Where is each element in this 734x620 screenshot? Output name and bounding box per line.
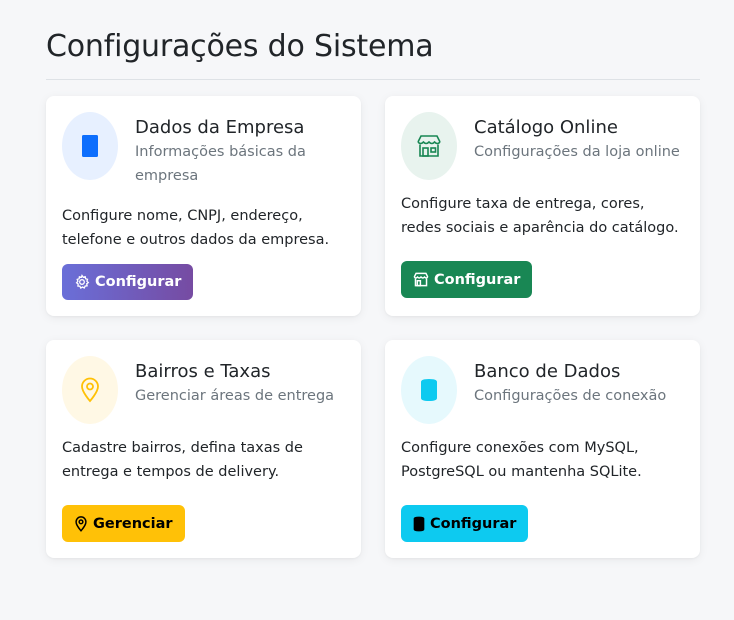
title-divider (46, 79, 700, 80)
card-subtitle: Gerenciar áreas de entrega (135, 388, 335, 404)
button-label: Configurar (95, 274, 182, 290)
map-pin-icon (62, 356, 118, 424)
button-label: Gerenciar (93, 515, 173, 532)
card-header: Dados da Empresa Informações básicas da … (62, 112, 345, 188)
card-title: Banco de Dados (474, 361, 621, 382)
card-header: Catálogo Online Configurações da loja on… (401, 112, 684, 180)
card-neighborhoods-fees: Bairros e Taxas Gerenciar áreas de entre… (46, 340, 361, 558)
card-description: Configure nome, CNPJ, endereço, telefone… (62, 208, 330, 248)
card-subtitle: Informações básicas da empresa (135, 144, 306, 184)
page-title: Configurações do Sistema (46, 29, 434, 64)
map-pin-icon (75, 515, 87, 532)
settings-grid: Dados da Empresa Informações básicas da … (46, 96, 700, 558)
building-icon (62, 112, 118, 180)
card-database: Banco de Dados Configurações de conexão … (385, 340, 700, 558)
card-description: Cadastre bairros, defina taxas de entreg… (62, 440, 303, 480)
button-label: Configurar (434, 271, 521, 288)
card-subtitle: Configurações da loja online (474, 144, 680, 160)
card-description: Configure conexões com MySQL, PostgreSQL… (401, 440, 642, 480)
settings-page: Configurações do Sistema Dados da Empres… (0, 0, 734, 620)
card-company-data: Dados da Empresa Informações básicas da … (46, 96, 361, 316)
configure-company-button[interactable]: Configurar (62, 264, 194, 300)
button-label: Configurar (430, 515, 517, 532)
card-title: Catálogo Online (474, 117, 618, 138)
database-icon (413, 516, 425, 531)
card-header: Banco de Dados Configurações de conexão (401, 356, 684, 424)
card-online-catalog: Catálogo Online Configurações da loja on… (385, 96, 700, 316)
shop-icon (401, 112, 457, 180)
card-description: Configure taxa de entrega, cores, redes … (401, 196, 679, 236)
card-title: Dados da Empresa (135, 117, 305, 138)
card-subtitle: Configurações de conexão (474, 388, 667, 404)
configure-database-button[interactable]: Configurar (401, 505, 529, 542)
card-title: Bairros e Taxas (135, 361, 271, 382)
configure-catalog-button[interactable]: Configurar (401, 261, 533, 298)
shop-icon (413, 272, 429, 287)
database-icon (401, 356, 457, 424)
card-header: Bairros e Taxas Gerenciar áreas de entre… (62, 356, 345, 424)
manage-neighborhoods-button[interactable]: Gerenciar (62, 505, 185, 542)
gear-icon (75, 274, 90, 290)
